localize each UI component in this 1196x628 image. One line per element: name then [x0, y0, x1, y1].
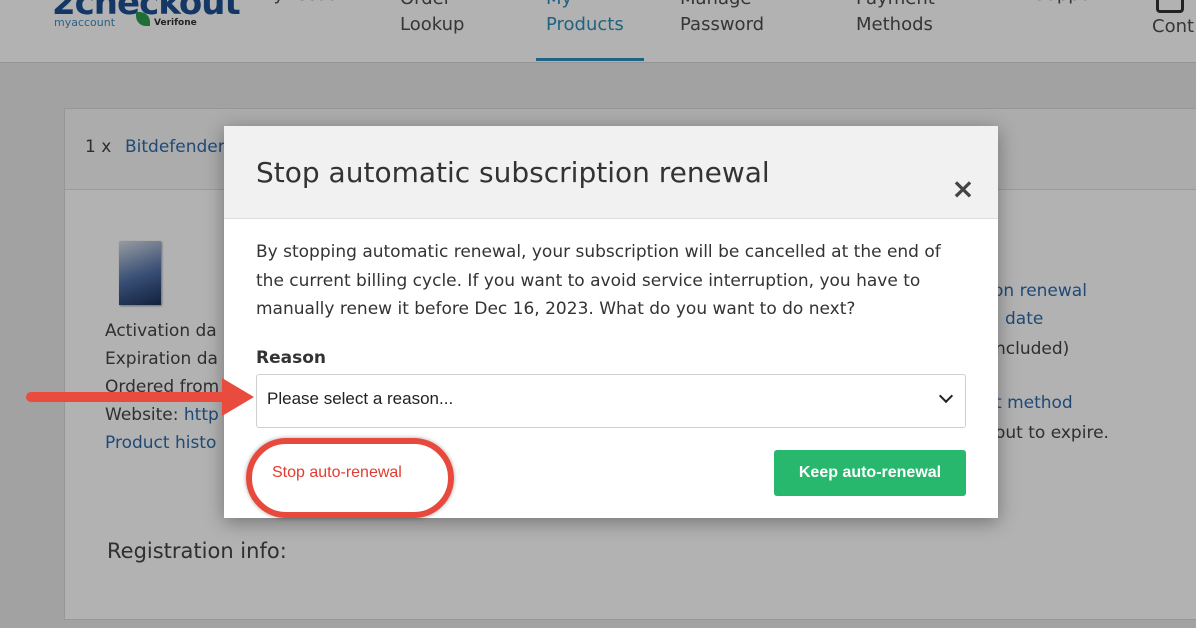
dialog-message-line: manually renew it before Dec 16, 2023. W… — [256, 299, 856, 319]
reason-placeholder: Please select a reason... — [267, 389, 454, 408]
keep-auto-renewal-button[interactable]: Keep auto-renewal — [774, 450, 966, 496]
pointer-arrow-icon — [26, 392, 230, 402]
reason-label: Reason — [256, 348, 326, 368]
close-icon[interactable]: × — [948, 174, 978, 204]
dialog-message-line: By stopping automatic renewal, your subs… — [256, 242, 941, 262]
highlight-circle-annotation — [246, 438, 454, 518]
dialog-message: By stopping automatic renewal, your subs… — [256, 238, 972, 324]
dialog-message-line: the current billing cycle. If you want t… — [256, 270, 921, 291]
reason-select[interactable]: Please select a reason... — [256, 374, 966, 428]
dialog-title: Stop automatic subscription renewal — [256, 156, 770, 189]
dialog-header: Stop automatic subscription renewal × — [224, 126, 998, 219]
chevron-down-icon — [938, 388, 954, 404]
pointer-arrow-head-icon — [222, 378, 254, 416]
